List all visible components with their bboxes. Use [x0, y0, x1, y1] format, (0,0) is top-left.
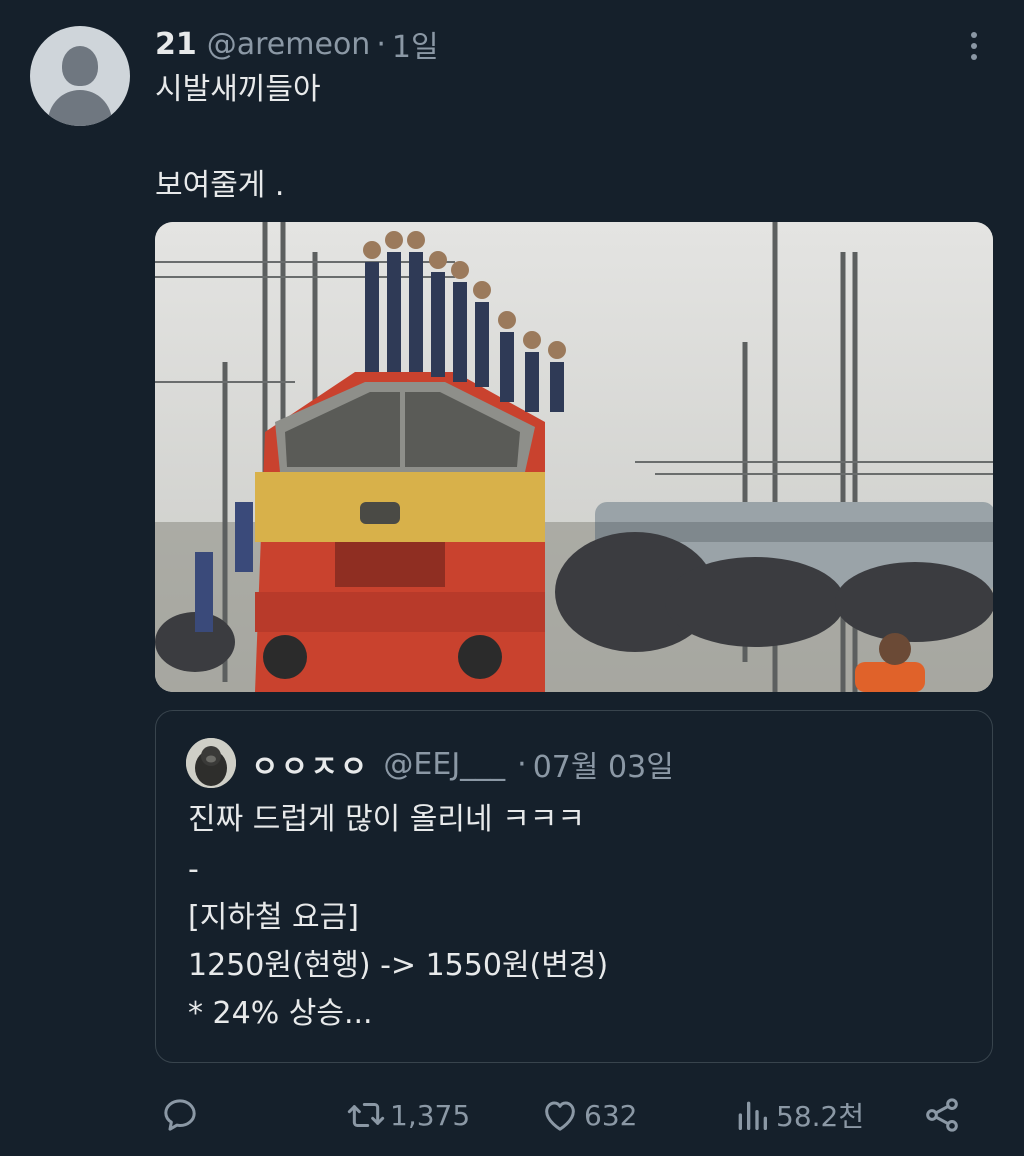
- avatar-placeholder-body: [48, 90, 112, 126]
- share-icon: [926, 1098, 958, 1132]
- quoted-author-avatar[interactable]: [186, 738, 236, 788]
- reply-button[interactable]: [160, 1095, 200, 1135]
- separator-dot: ·: [376, 26, 386, 62]
- tweet: 21 @aremeon · 1일 시발새끼들아 보여줄게 . ㅇㅇㅈㅇ @EEJ…: [0, 0, 1024, 1156]
- views-count: 58.2천: [776, 1100, 865, 1133]
- quoted-text-line: [지하철 요금]: [188, 900, 359, 935]
- quoted-text-line: 1250원(현행) -> 1550원(변경): [188, 948, 609, 983]
- tweet-photo[interactable]: [155, 222, 993, 692]
- gorilla-avatar-icon: [186, 738, 236, 788]
- retweet-icon: [347, 1103, 385, 1127]
- author-handle[interactable]: @aremeon: [207, 27, 371, 62]
- quoted-tweet-timestamp: 07월 03일: [532, 750, 674, 785]
- quoted-author-name[interactable]: ㅇㅇㅈㅇ: [251, 742, 369, 786]
- reply-icon: [164, 1099, 196, 1131]
- quoted-tweet[interactable]: ㅇㅇㅈㅇ @EEJ___ · 07월 03일 진짜 드럽게 많이 올리네 ㅋㅋㅋ…: [155, 710, 993, 1063]
- like-button[interactable]: 632: [540, 1095, 637, 1135]
- tweet-action-bar: 1,375 632 58.2천: [0, 1085, 1024, 1145]
- like-count: 632: [584, 1098, 638, 1132]
- quoted-separator-dot: ·: [517, 746, 527, 782]
- quoted-text-line: -: [188, 852, 199, 887]
- quoted-author-handle[interactable]: @EEJ___: [383, 747, 505, 782]
- heart-icon: [545, 1101, 575, 1131]
- retweet-button[interactable]: 1,375: [346, 1095, 470, 1135]
- quoted-text-line: * 24% 상승...: [188, 996, 373, 1031]
- tweet-text-line-1: 시발새끼들아: [155, 72, 321, 107]
- views-chart-icon: [738, 1101, 767, 1130]
- author-avatar[interactable]: [30, 26, 130, 126]
- tweet-header: 21 @aremeon · 1일: [155, 22, 439, 66]
- avatar-placeholder-head: [62, 46, 98, 86]
- quoted-tweet-header: ㅇㅇㅈㅇ @EEJ___ · 07월 03일: [251, 742, 674, 786]
- more-options-icon[interactable]: [960, 28, 988, 64]
- tweet-timestamp[interactable]: 1일: [392, 22, 439, 66]
- share-button[interactable]: [922, 1095, 962, 1135]
- author-name[interactable]: 21: [155, 27, 197, 62]
- retweet-count: 1,375: [390, 1098, 471, 1132]
- views-button[interactable]: 58.2천: [732, 1095, 864, 1135]
- train-photo-illustration: [155, 222, 993, 692]
- tweet-text-line-2: 보여줄게 .: [155, 168, 285, 203]
- quoted-text-line: 진짜 드럽게 많이 올리네 ㅋㅋㅋ: [188, 802, 585, 837]
